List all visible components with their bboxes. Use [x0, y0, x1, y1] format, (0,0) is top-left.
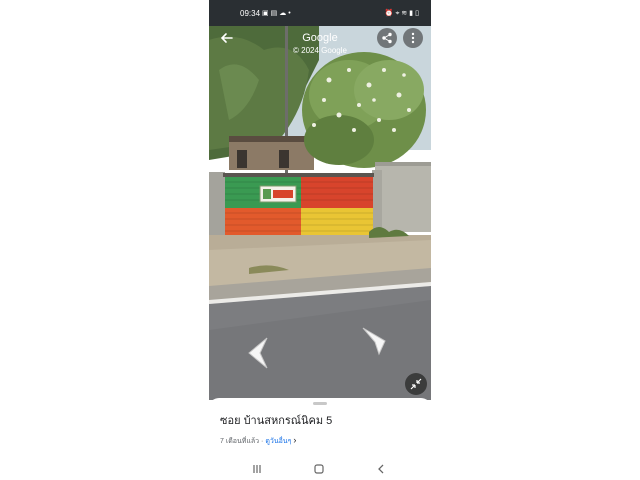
header-title: Google: [302, 32, 338, 44]
share-button[interactable]: [377, 28, 397, 48]
gallery-icon: ▣: [262, 10, 271, 17]
alarm-icon: ⏰: [384, 10, 396, 17]
street-view-panorama[interactable]: [209, 0, 431, 400]
more-options-button[interactable]: [403, 28, 423, 48]
more-vert-icon: [411, 32, 415, 44]
home-button[interactable]: [311, 461, 327, 477]
see-other-dates-link[interactable]: ดูวันอื่นๆ: [265, 438, 291, 445]
drag-handle[interactable]: [313, 402, 327, 405]
capture-date-line: 7 เดือนที่แล้ว · ดูวันอื่นๆ ›: [220, 435, 296, 447]
exit-fullscreen-button[interactable]: [405, 373, 427, 395]
copyright-text: © 2024 Google: [293, 46, 347, 55]
move-forward-right-arrow[interactable]: [361, 324, 389, 356]
system-navigation-bar: [209, 458, 431, 480]
notification-icons: ▣▤☁•: [262, 9, 293, 17]
collapse-icon: [410, 378, 422, 390]
message-icon: ▤: [270, 10, 280, 17]
capture-date: 7 เดือนที่แล้ว ·: [220, 438, 266, 445]
status-bar: 09:34 ▣▤☁• ⏰⌖≋▮▯: [209, 0, 431, 26]
recent-apps-button[interactable]: [249, 461, 265, 477]
back-chevron-icon: [378, 464, 384, 474]
dot-icon: •: [288, 10, 293, 17]
back-button[interactable]: [373, 461, 389, 477]
phone-screen: 09:34 ▣▤☁• ⏰⌖≋▮▯ Google © 2024 Google ซอ…: [209, 0, 431, 480]
street-view-header: Google © 2024 Google: [209, 26, 431, 58]
recents-icon: [253, 465, 261, 473]
battery-icon: ▯: [415, 10, 421, 17]
system-icons: ⏰⌖≋▮▯: [385, 9, 421, 18]
place-name: ซอย บ้านสหกรณ์นิคม 5: [220, 415, 333, 427]
street-view-image: [209, 0, 431, 400]
share-icon: [382, 32, 392, 44]
home-icon: [314, 464, 324, 474]
cloud-icon: ☁: [279, 10, 289, 17]
status-time: 09:34: [240, 9, 261, 18]
chevron-right-icon: ›: [293, 435, 297, 445]
move-back-left-arrow[interactable]: [245, 336, 271, 370]
